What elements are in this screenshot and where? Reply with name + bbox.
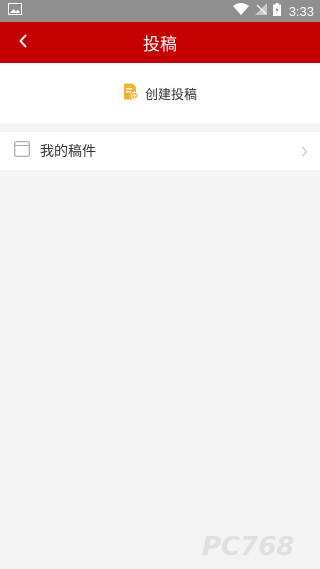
battery-icon: [272, 2, 281, 20]
watermark-logo: PC768: [192, 531, 312, 562]
document-add-icon: [123, 83, 139, 104]
create-submission-button[interactable]: 创建投稿: [0, 63, 320, 123]
status-left: [8, 3, 22, 19]
list-item-my-drafts[interactable]: 我的稿件: [0, 132, 320, 170]
chevron-right-icon: [301, 145, 308, 157]
no-sim-icon: [254, 3, 267, 19]
back-button[interactable]: [8, 22, 38, 63]
status-bar: 3:33: [0, 0, 320, 22]
svg-text:PC768: PC768: [202, 532, 294, 561]
app-header: 投稿: [0, 22, 320, 63]
page-title: 投稿: [143, 35, 177, 55]
list-item-label: 我的稿件: [40, 144, 96, 160]
status-right: 3:33: [232, 2, 314, 20]
draft-box-icon: [14, 141, 30, 161]
image-icon: [8, 3, 22, 19]
status-time: 3:33: [288, 3, 314, 19]
create-submission-label: 创建投稿: [144, 87, 197, 103]
chevron-left-icon: [18, 33, 28, 52]
wifi-icon: [232, 3, 249, 19]
